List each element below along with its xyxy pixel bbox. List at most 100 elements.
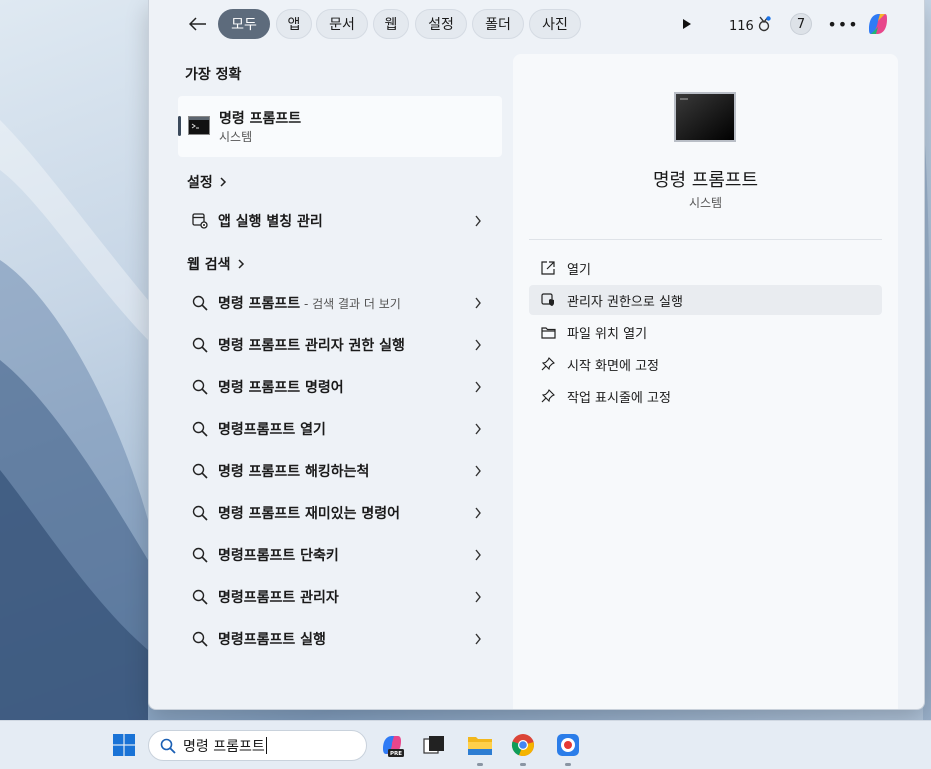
web-result-item[interactable]: 명령프롬프트 단축키: [178, 536, 502, 574]
settings-result-item[interactable]: 앱 실행 별칭 관리: [178, 202, 502, 240]
tab-web[interactable]: 웹: [373, 9, 409, 39]
best-match-heading: 가장 정확: [185, 67, 242, 83]
running-indicator: [477, 763, 483, 766]
search-icon: [190, 587, 210, 607]
tab-apps[interactable]: 앱: [276, 9, 312, 39]
text-caret: [265, 737, 267, 754]
windows-start-icon[interactable]: [110, 731, 138, 759]
action-open-label: 열기: [567, 262, 591, 278]
app-settings-icon: [190, 211, 210, 231]
chevron-right-icon: [220, 177, 226, 187]
chevron-right-icon[interactable]: [468, 297, 488, 309]
web-result-item[interactable]: 명령프롬프트 관리자: [178, 578, 502, 616]
settings-section-heading[interactable]: 설정: [187, 172, 227, 192]
chevron-right-icon[interactable]: [468, 381, 488, 393]
task-view-icon[interactable]: [420, 731, 448, 759]
best-match-name: 명령 프롬프트: [219, 111, 302, 127]
chevron-right-icon[interactable]: [468, 215, 488, 227]
shield-admin-icon: [539, 291, 557, 309]
play-icon[interactable]: [677, 14, 697, 34]
taskbar-search-input[interactable]: 명령 프롬프트: [148, 730, 367, 761]
file-explorer-icon[interactable]: [466, 731, 494, 766]
web-result-label: 명령 프롬프트 해킹하는척: [218, 464, 370, 480]
screen-recorder-icon[interactable]: [554, 731, 582, 766]
tab-folders[interactable]: 폴더: [472, 9, 524, 39]
best-match-item[interactable]: 명령 프롬프트 시스템: [178, 96, 502, 157]
command-prompt-icon: [674, 92, 736, 142]
action-open-file-location[interactable]: 파일 위치 열기: [529, 317, 882, 347]
tab-documents[interactable]: 문서: [316, 9, 368, 39]
pin-icon: [539, 387, 557, 405]
copilot-icon[interactable]: [863, 9, 893, 39]
svg-text:PRE: PRE: [390, 751, 402, 757]
search-icon: [190, 629, 210, 649]
web-result-label: 명령 프롬프트 재미있는 명령어: [218, 506, 401, 522]
search-icon: [190, 335, 210, 355]
chevron-right-icon[interactable]: [468, 633, 488, 645]
search-icon: [190, 377, 210, 397]
open-external-icon: [539, 259, 557, 277]
web-result-item[interactable]: 명령 프롬프트 명령어: [178, 368, 502, 406]
web-result-label: 명령프롬프트 단축키: [218, 548, 339, 564]
running-indicator: [565, 763, 571, 766]
notification-badge[interactable]: 7: [790, 13, 812, 35]
tab-settings[interactable]: 설정: [415, 9, 467, 39]
chrome-icon[interactable]: [509, 731, 537, 766]
search-icon: [159, 737, 177, 755]
best-match-type: 시스템: [219, 130, 253, 144]
search-filter-bar: 모두 앱 문서 웹 설정 폴더 사진 116 7 •••: [149, 0, 924, 48]
tab-all[interactable]: 모두: [218, 9, 270, 39]
pin-icon: [539, 355, 557, 373]
web-result-label: 명령프롬프트 실행: [218, 632, 326, 648]
action-pin-to-taskbar[interactable]: 작업 표시줄에 고정: [529, 381, 882, 411]
search-icon: [190, 419, 210, 439]
web-result-label: 명령프롬프트 관리자: [218, 590, 339, 606]
web-search-section-heading[interactable]: 웹 검색: [187, 254, 245, 274]
web-result-item[interactable]: 명령 프롬프트 재미있는 명령어: [178, 494, 502, 532]
command-prompt-icon: [188, 116, 210, 135]
chevron-right-icon[interactable]: [468, 339, 488, 351]
chevron-right-icon[interactable]: [468, 507, 488, 519]
search-icon: [190, 293, 210, 313]
action-run-as-admin-label: 관리자 권한으로 실행: [567, 294, 683, 310]
web-result-suffix: - 검색 결과 더 보기: [300, 297, 401, 311]
web-search-heading-label: 웹 검색: [187, 257, 231, 273]
web-result-label: 명령 프롬프트 관리자 권한 실행: [218, 338, 405, 354]
copilot-pre-icon[interactable]: PRE: [378, 731, 406, 759]
web-result-label: 명령 프롬프트: [218, 296, 301, 312]
chevron-right-icon[interactable]: [468, 465, 488, 477]
chevron-right-icon[interactable]: [468, 549, 488, 561]
chevron-right-icon[interactable]: [468, 423, 488, 435]
action-run-as-admin[interactable]: 관리자 권한으로 실행: [529, 285, 882, 315]
web-result-item[interactable]: 명령 프롬프트 관리자 권한 실행: [178, 326, 502, 364]
web-result-item[interactable]: 명령 프롬프트 - 검색 결과 더 보기: [178, 284, 502, 322]
rewards-points[interactable]: 116: [729, 16, 771, 36]
divider: [529, 239, 882, 240]
folder-icon: [539, 323, 557, 341]
search-icon: [190, 461, 210, 481]
detail-pane: 명령 프롬프트 시스템 열기 관리자 권한으로 실행 파일 위치 열기 시작 화…: [513, 54, 898, 709]
settings-result-label: 앱 실행 별칭 관리: [218, 214, 323, 230]
action-pin-to-start[interactable]: 시작 화면에 고정: [529, 349, 882, 379]
web-result-label: 명령 프롬프트 명령어: [218, 380, 344, 396]
start-search-panel: 모두 앱 문서 웹 설정 폴더 사진 116 7 ••• 가장 정확 명령 프롬…: [148, 0, 925, 710]
web-result-item[interactable]: 명령 프롬프트 해킹하는척: [178, 452, 502, 490]
action-open[interactable]: 열기: [529, 253, 882, 283]
rewards-medal-icon: [757, 16, 771, 36]
settings-heading-label: 설정: [187, 175, 213, 191]
chevron-right-icon: [237, 259, 244, 269]
back-arrow-icon[interactable]: [185, 11, 211, 37]
more-icon[interactable]: •••: [827, 12, 857, 36]
search-icon: [190, 503, 210, 523]
search-input-value: 명령 프롬프트: [183, 738, 265, 755]
tab-photos[interactable]: 사진: [529, 9, 581, 39]
action-pin-to-start-label: 시작 화면에 고정: [567, 358, 659, 374]
web-result-item[interactable]: 명령프롬프트 실행: [178, 620, 502, 658]
chevron-right-icon[interactable]: [468, 591, 488, 603]
selection-indicator: [178, 116, 181, 136]
web-result-item[interactable]: 명령프롬프트 열기: [178, 410, 502, 448]
detail-app-type: 시스템: [688, 196, 723, 210]
taskbar: 명령 프롬프트 PRE: [0, 720, 931, 769]
search-icon: [190, 545, 210, 565]
action-pin-to-taskbar-label: 작업 표시줄에 고정: [567, 390, 671, 406]
